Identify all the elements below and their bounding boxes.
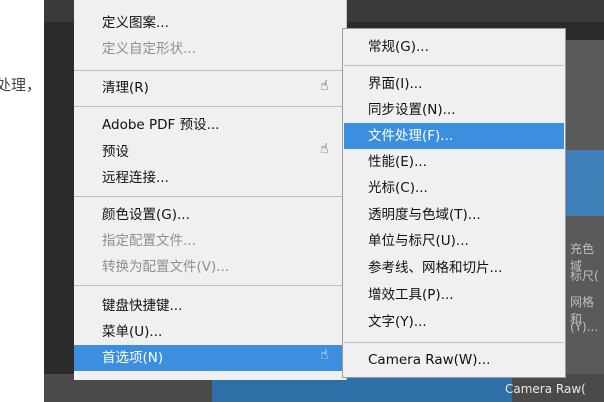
menu-item-color-settings[interactable]: 颜色设置(G)... xyxy=(74,202,346,228)
submenu-item-performance[interactable]: 性能(E)... xyxy=(344,149,564,175)
edit-menu: 定义图案... 定义自定形状... 清理(R) Adobe PDF 预设... … xyxy=(74,0,347,380)
submenu-item-plugins[interactable]: 增效工具(P)... xyxy=(344,282,564,308)
menu-item-assign-profile[interactable]: 指定配置文件... xyxy=(74,228,346,254)
background-right-text: 标尺( xyxy=(570,269,599,283)
submenu-item-units-rulers[interactable]: 单位与标尺(U)... xyxy=(344,228,564,254)
preferences-submenu: 常规(G)... 界面(I)... 同步设置(N)... 文件处理(F)... … xyxy=(342,28,566,378)
background-right-panel xyxy=(562,40,604,402)
submenu-item-transparency-gamut[interactable]: 透明度与色域(T)... xyxy=(344,202,564,228)
menu-separator xyxy=(344,65,564,66)
background-bottom-text: Camera Raw( xyxy=(505,382,586,396)
submenu-item-file-handling[interactable]: 文件处理(F)... xyxy=(344,123,564,149)
submenu-item-type[interactable]: 文字(Y)... xyxy=(344,309,564,335)
menu-item-presets[interactable]: 预设 xyxy=(74,139,346,165)
background-document-left xyxy=(0,0,44,402)
submenu-item-interface[interactable]: 界面(I)... xyxy=(344,71,564,97)
menu-separator xyxy=(344,342,564,343)
menu-item-keyboard-shortcuts[interactable]: 键盘快捷键... xyxy=(74,293,346,319)
background-selection-highlight xyxy=(562,150,604,216)
submenu-arrow-cursor-icon: ☝ xyxy=(320,347,329,363)
menu-separator xyxy=(74,106,346,107)
submenu-arrow-cursor-icon: ☝ xyxy=(320,78,329,94)
menu-item-purge[interactable]: 清理(R) xyxy=(74,75,346,101)
menu-item-convert-to-profile[interactable]: 转换为配置文件(V)... xyxy=(74,254,346,280)
menu-separator xyxy=(74,70,346,71)
submenu-item-guides-grid-slices[interactable]: 参考线、网格和切片... xyxy=(344,255,564,281)
menu-item-define-pattern[interactable]: 定义图案... xyxy=(74,10,346,36)
background-bottom-highlight xyxy=(212,378,512,402)
menu-separator xyxy=(74,196,346,197)
menu-item-preferences[interactable]: 首选项(N) xyxy=(74,345,346,371)
background-document-text: 处理， xyxy=(0,76,42,94)
menu-item-menus[interactable]: 菜单(U)... xyxy=(74,319,346,345)
submenu-arrow-cursor-icon: ☝ xyxy=(320,141,329,157)
menu-item-define-custom-shape[interactable]: 定义自定形状... xyxy=(74,36,346,62)
menu-item-adobe-pdf-presets[interactable]: Adobe PDF 预设... xyxy=(74,112,346,138)
submenu-item-sync-settings[interactable]: 同步设置(N)... xyxy=(344,97,564,123)
menu-item-remote-connections[interactable]: 远程连接... xyxy=(74,165,346,191)
submenu-item-general[interactable]: 常规(G)... xyxy=(344,34,564,60)
submenu-item-cursors[interactable]: 光标(C)... xyxy=(344,175,564,201)
submenu-item-camera-raw[interactable]: Camera Raw(W)... xyxy=(344,347,564,373)
background-right-text: (Y)... xyxy=(570,320,599,334)
menu-separator xyxy=(74,285,346,286)
